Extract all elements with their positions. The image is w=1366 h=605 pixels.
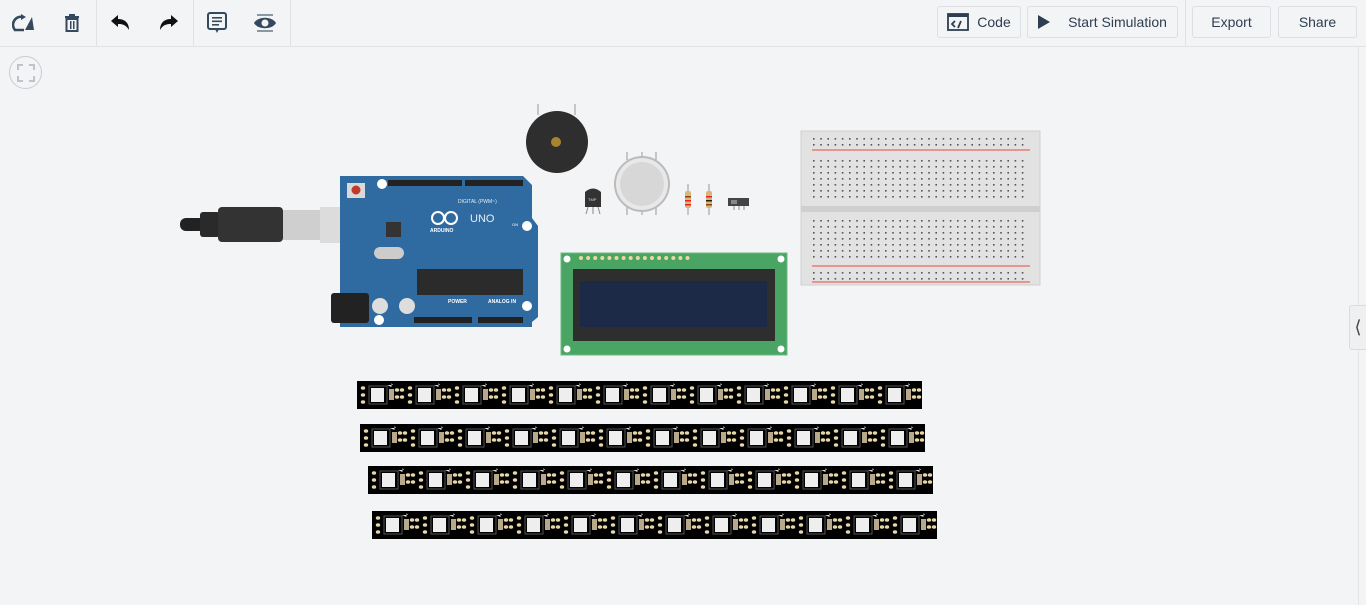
digital-label: DIGITAL (PWM~) [458,199,497,205]
analog-label: ANALOG IN [488,299,516,305]
neopixel-led [794,468,839,490]
code-icon [947,13,970,31]
neopixel-led [375,513,420,535]
resistor[interactable] [685,184,691,215]
neopixel-led [418,468,463,490]
power-label: POWER [448,299,467,305]
export-button[interactable]: Export [1192,6,1271,38]
neopixel-led [877,383,922,405]
neopixel-strip[interactable] [368,466,933,494]
neopixel-led [841,468,886,490]
neopixel-led [371,468,416,490]
neopixel-led [559,468,604,490]
arduino-brand: ARDUINO [430,228,453,234]
neopixel-led [830,383,875,405]
neopixel-led [551,426,596,448]
temperature-sensor[interactable]: TMP [585,188,601,215]
neopixel-led [422,513,467,535]
start-simulation-button[interactable]: Start Simulation [1027,6,1178,38]
neopixel-led [363,426,408,448]
arduino-uno[interactable]: DIGITAL (PWM~) ARDUINO UNO ON POWER ANAL… [331,176,538,327]
neopixel-led [548,383,593,405]
neopixel-led [457,426,502,448]
neopixel-led [563,513,608,535]
fit-view-icon[interactable] [9,56,42,89]
neopixel-led [689,383,734,405]
code-label: Code [977,14,1011,30]
arduino-model: UNO [470,213,495,225]
neopixel-led [700,468,745,490]
neopixel-led [465,468,510,490]
neopixel-led [610,513,655,535]
trash-icon[interactable] [58,9,86,37]
neopixel-led [469,513,514,535]
neopixel-led [516,513,561,535]
neopixel-led [360,383,405,405]
neopixel-led [501,383,546,405]
neopixel-led [598,426,643,448]
neopixel-led [504,426,549,448]
neopixel-led [880,426,925,448]
redo-icon[interactable] [154,9,182,37]
neopixel-led [512,468,557,490]
on-label: ON [512,222,518,227]
tmp-label: TMP [588,197,597,202]
neopixel-led [845,513,890,535]
neopixel-led [454,383,499,405]
neopixel-led [692,426,737,448]
neopixel-strip[interactable] [360,424,925,452]
share-label: Share [1298,14,1337,30]
neopixel-led [736,383,781,405]
play-icon [1038,15,1051,29]
share-button[interactable]: Share [1278,6,1357,38]
neopixel-strip[interactable] [372,511,937,539]
start-simulation-label: Start Simulation [1068,14,1167,30]
undo-icon[interactable] [107,9,135,37]
breadboard[interactable] [800,130,1041,286]
neopixel-led [595,383,640,405]
gas-sensor[interactable] [614,152,670,215]
neopixel-led [798,513,843,535]
notes-icon[interactable] [203,9,231,37]
neopixel-led [833,426,878,448]
neopixel-led [739,426,784,448]
neopixel-led [786,426,831,448]
visibility-icon[interactable] [251,9,279,37]
neopixel-led [888,468,933,490]
neopixel-led [657,513,702,535]
neopixel-strip[interactable] [357,381,922,409]
neopixel-led [892,513,937,535]
resistor[interactable] [706,184,712,215]
neopixel-led [704,513,749,535]
toolbar: Code Start Simulation Export Share [0,0,1366,47]
usb-cable[interactable] [180,207,342,243]
neopixel-led [645,426,690,448]
neopixel-led [407,383,452,405]
neopixel-led [653,468,698,490]
neopixel-led [642,383,687,405]
neopixel-led [747,468,792,490]
neopixel-led [606,468,651,490]
slide-switch[interactable] [728,198,749,210]
neopixel-led [783,383,828,405]
circuit-canvas: DIGITAL (PWM~) ARDUINO UNO ON POWER ANAL… [180,104,1041,539]
export-label: Export [1211,14,1252,30]
piezo-buzzer[interactable] [526,104,588,173]
neopixel-led [410,426,455,448]
rotate-icon[interactable] [10,9,38,37]
lcd-16x2[interactable] [560,252,788,356]
panel-toggle-button[interactable]: ⟨ [1349,305,1366,350]
neopixel-led [751,513,796,535]
code-button[interactable]: Code [937,6,1021,38]
